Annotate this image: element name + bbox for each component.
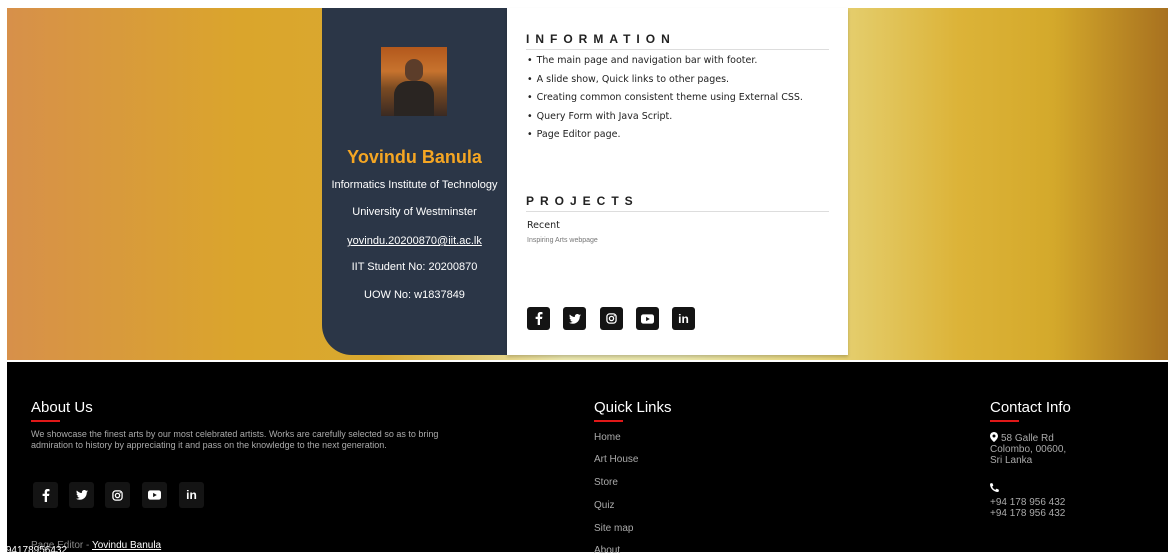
about-heading: About Us [31,399,93,416]
about-rule [31,420,60,422]
list-item: Creating common consistent theme using E… [527,90,803,109]
quick-link-home[interactable]: Home [594,432,621,443]
contact-phone-link[interactable]: +94 178 956 432 [990,497,1065,508]
phone-icon [990,483,999,492]
profile-iit-number: IIT Student No: 20200870 [351,261,478,273]
facebook-icon[interactable] [527,307,550,330]
profile-uow-number: UOW No: w1837849 [364,289,465,301]
twitter-icon[interactable] [69,482,94,508]
profile-name: Yovindu Banula [347,147,482,167]
quick-link-about[interactable]: About [594,545,620,556]
map-marker-icon [990,432,998,442]
linkedin-icon[interactable]: in [672,307,695,330]
page-editor-link[interactable]: Yovindu Banula [92,540,161,551]
instagram-icon[interactable] [105,482,130,508]
list-item: Query Form with Java Script. [527,109,803,128]
list-item: The main page and navigation bar with fo… [527,53,803,72]
quick-links-rule [594,420,623,422]
information-card: INFORMATION The main page and navigation… [507,8,848,355]
profile-email-link[interactable]: yovindu.20200870@iit.ac.lk [322,235,507,247]
quick-link-store[interactable]: Store [594,477,618,488]
quick-link-site-map[interactable]: Site map [594,523,633,534]
twitter-icon[interactable] [563,307,586,330]
profile-photo [381,47,447,116]
youtube-icon[interactable] [142,482,167,508]
profile-university: University of Westminster [352,206,477,218]
projects-heading: PROJECTS [526,194,829,212]
recent-project-link[interactable]: Inspiring Arts webpage [527,237,598,244]
instagram-icon[interactable] [600,307,623,330]
quick-link-art-house[interactable]: Art House [594,454,638,465]
phone-number-text: +94178956432 [0,545,68,556]
profile-institute: Informatics Institute of Technology [331,179,498,191]
quick-links-heading: Quick Links [594,399,672,416]
facebook-icon[interactable] [33,482,58,508]
contact-phone-link[interactable]: +94 178 956 432 [990,508,1065,519]
contact-address: 58 Galle Rd Colombo, 00600, Sri Lanka [990,432,1080,466]
linkedin-icon[interactable]: in [179,482,204,508]
contact-rule [990,420,1019,422]
list-item: A slide show, Quick links to other pages… [527,72,803,91]
contact-heading: Contact Info [990,399,1071,416]
information-heading: INFORMATION [526,32,829,50]
about-text: We showcase the finest arts by our most … [31,429,439,450]
quick-link-quiz[interactable]: Quiz [594,500,615,511]
information-list: The main page and navigation bar with fo… [527,53,803,146]
list-item: Page Editor page. [527,127,803,146]
profile-card: Yovindu Banula Informatics Institute of … [322,8,507,355]
youtube-icon[interactable] [636,307,659,330]
contact-address-text: 58 Galle Rd Colombo, 00600, Sri Lanka [990,433,1067,466]
footer: About Us We showcase the finest arts by … [7,362,1168,556]
recent-label: Recent [527,220,560,231]
